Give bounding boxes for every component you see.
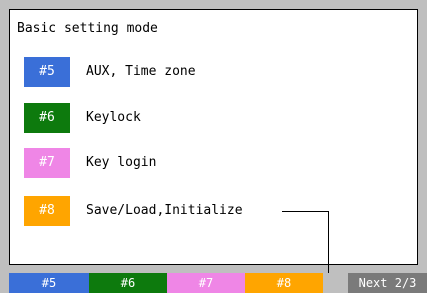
leader-line-vertical <box>328 211 329 273</box>
settings-panel <box>9 9 418 265</box>
softkey-7[interactable]: #7 <box>167 273 245 293</box>
menu-item-6-badge[interactable]: #6 <box>24 103 70 133</box>
menu-item-8-label: Save/Load,Initialize <box>86 203 243 218</box>
softkey-8[interactable]: #8 <box>245 273 323 293</box>
menu-item-8-badge[interactable]: #8 <box>24 196 70 226</box>
menu-item-7-label: Key login <box>86 155 157 170</box>
next-page-softkey[interactable]: Next 2/3 <box>348 273 427 293</box>
softkey-6[interactable]: #6 <box>89 273 167 293</box>
leader-line-horizontal <box>282 211 329 212</box>
page-title: Basic setting mode <box>17 21 158 36</box>
menu-item-5-label: AUX, Time zone <box>86 64 196 79</box>
menu-item-6-label: Keylock <box>86 110 141 125</box>
menu-item-7-badge[interactable]: #7 <box>24 148 70 178</box>
menu-item-5-badge[interactable]: #5 <box>24 57 70 87</box>
softkey-5[interactable]: #5 <box>9 273 89 293</box>
screen: Basic setting mode #5 AUX, Time zone #6 … <box>0 0 427 293</box>
